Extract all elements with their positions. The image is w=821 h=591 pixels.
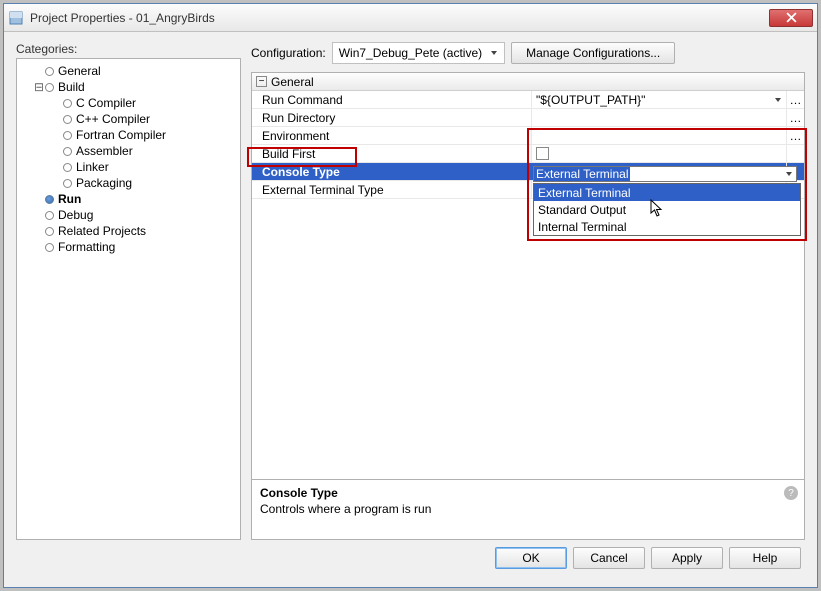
tree-item-label: Assembler (76, 144, 133, 158)
bullet-icon (63, 99, 72, 108)
tree-item[interactable]: Debug (19, 207, 238, 223)
apply-button[interactable]: Apply (651, 547, 723, 569)
dialog-buttons: OK Cancel Apply Help (16, 540, 805, 576)
tree-item-label: Build (58, 80, 85, 94)
configuration-selected: Win7_Debug_Pete (active) (339, 46, 482, 60)
tree-item[interactable]: C Compiler (19, 95, 238, 111)
property-key: Run Directory (252, 109, 532, 126)
tree-item-label: Run (58, 192, 81, 206)
help-label: Help (753, 551, 778, 565)
close-button[interactable] (769, 9, 813, 27)
property-key: Build First (252, 145, 532, 162)
property-key: Environment (252, 127, 532, 144)
ellipsis-button[interactable]: … (786, 127, 804, 144)
apply-label: Apply (672, 551, 702, 565)
tree-item[interactable]: Run (19, 191, 238, 207)
bullet-icon (63, 115, 72, 124)
configuration-row: Configuration: Win7_Debug_Pete (active) … (251, 42, 805, 64)
ok-button[interactable]: OK (495, 547, 567, 569)
bullet-icon (63, 179, 72, 188)
chevron-down-icon[interactable] (785, 167, 793, 181)
tree-item[interactable]: Packaging (19, 175, 238, 191)
tree-item[interactable]: Linker (19, 159, 238, 175)
ellipsis-spacer (786, 145, 804, 162)
ellipsis-button[interactable]: … (786, 109, 804, 126)
tree-item[interactable]: Fortran Compiler (19, 127, 238, 143)
group-header-general[interactable]: − General (252, 73, 804, 91)
property-row[interactable]: Environment … (252, 127, 804, 145)
description-text: Controls where a program is run (260, 502, 796, 516)
bullet-icon (63, 147, 72, 156)
console-type-editor[interactable]: External Terminal (533, 166, 797, 182)
dialog-body: Categories: General ⊟ Build C Compiler C++ C… (4, 32, 817, 587)
app-icon (8, 10, 24, 26)
configuration-combo[interactable]: Win7_Debug_Pete (active) (332, 42, 505, 64)
dropdown-option[interactable]: Standard Output (534, 201, 800, 218)
window-title: Project Properties - 01_AngryBirds (30, 11, 769, 25)
configuration-label: Configuration: (251, 46, 326, 60)
description-panel: ? Console Type Controls where a program … (251, 480, 805, 540)
console-type-dropdown[interactable]: External TerminalStandard OutputInternal… (533, 183, 801, 236)
bullet-icon (45, 67, 54, 76)
bullet-icon (45, 227, 54, 236)
property-value: "${OUTPUT_PATH}" (536, 93, 645, 107)
property-row[interactable]: Build First (252, 145, 804, 163)
console-type-editor-value: External Terminal (534, 167, 630, 181)
description-title: Console Type (260, 486, 796, 500)
properties-pane: Configuration: Win7_Debug_Pete (active) … (251, 42, 805, 540)
bullet-icon (45, 195, 54, 204)
chevron-down-icon[interactable] (774, 93, 782, 107)
manage-configurations-label: Manage Configurations... (526, 46, 660, 60)
group-header-label: General (271, 75, 314, 89)
tree-item-label: Fortran Compiler (76, 128, 166, 142)
categories-tree[interactable]: General ⊟ Build C Compiler C++ Compiler Fortr… (16, 58, 241, 540)
bullet-icon (63, 131, 72, 140)
property-key: External Terminal Type (252, 181, 532, 198)
help-button[interactable]: Help (729, 547, 801, 569)
dropdown-option[interactable]: External Terminal (534, 184, 800, 201)
tree-item[interactable]: C++ Compiler (19, 111, 238, 127)
tree-item-label: Formatting (58, 240, 115, 254)
cancel-label: Cancel (590, 551, 627, 565)
dialog-window: Project Properties - 01_AngryBirds Categ… (3, 3, 818, 588)
titlebar[interactable]: Project Properties - 01_AngryBirds (4, 4, 817, 32)
tree-item[interactable]: ⊟ Build (19, 79, 238, 95)
cancel-button[interactable]: Cancel (573, 547, 645, 569)
bullet-icon (45, 243, 54, 252)
property-value-cell[interactable] (532, 109, 786, 126)
categories-pane: Categories: General ⊟ Build C Compiler C++ C… (16, 42, 241, 540)
bullet-icon (45, 83, 54, 92)
manage-configurations-button[interactable]: Manage Configurations... (511, 42, 675, 64)
ok-label: OK (522, 551, 539, 565)
ellipsis-button[interactable]: … (786, 91, 804, 108)
property-value-cell[interactable] (532, 127, 786, 144)
property-key: Console Type (252, 163, 532, 180)
tree-item[interactable]: Related Projects (19, 223, 238, 239)
tree-item[interactable]: General (19, 63, 238, 79)
tree-toggle-icon[interactable]: ⊟ (33, 80, 45, 94)
help-icon[interactable]: ? (784, 486, 798, 500)
tree-item-label: C++ Compiler (76, 112, 150, 126)
property-row[interactable]: Run Command "${OUTPUT_PATH}" … (252, 91, 804, 109)
tree-item-label: Related Projects (58, 224, 146, 238)
dropdown-option[interactable]: Internal Terminal (534, 218, 800, 235)
categories-label: Categories: (16, 42, 241, 56)
bullet-icon (63, 163, 72, 172)
tree-item-label: General (58, 64, 101, 78)
property-row[interactable]: Run Directory … (252, 109, 804, 127)
tree-item[interactable]: Formatting (19, 239, 238, 255)
tree-item-label: Packaging (76, 176, 132, 190)
bullet-icon (45, 211, 54, 220)
property-value-cell[interactable]: "${OUTPUT_PATH}" (532, 91, 786, 108)
tree-item[interactable]: Assembler (19, 143, 238, 159)
property-key: Run Command (252, 91, 532, 108)
chevron-down-icon (490, 46, 498, 60)
collapse-icon[interactable]: − (256, 76, 267, 87)
tree-item-label: Debug (58, 208, 93, 222)
property-value-cell[interactable] (532, 145, 786, 162)
tree-item-label: Linker (76, 160, 109, 174)
property-grid: − General Run Command"${OUTPUT_PATH}"…Ru… (251, 72, 805, 480)
tree-item-label: C Compiler (76, 96, 136, 110)
checkbox[interactable] (536, 147, 549, 160)
